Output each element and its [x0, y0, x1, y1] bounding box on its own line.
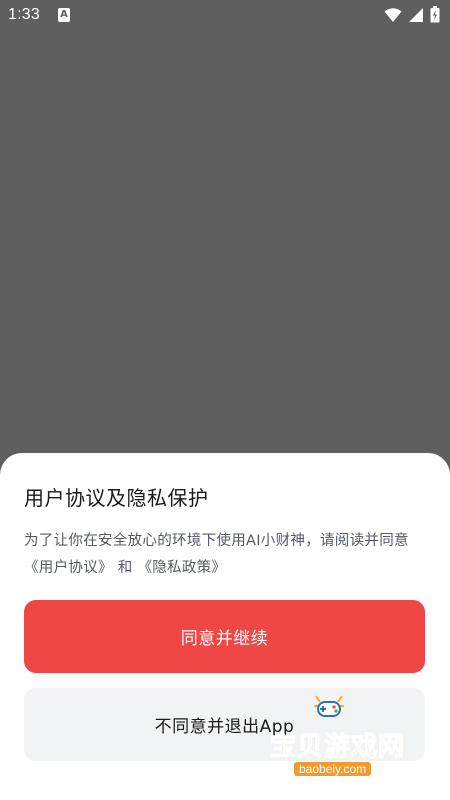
watermark: 宝贝游戏网 baobeiy.com [269, 690, 420, 780]
status-bar: 1:33 A [0, 0, 450, 32]
privacy-policy-link[interactable]: 《隐私政策》 [137, 560, 226, 576]
watermark-site-url: baobeiy.com [294, 762, 372, 776]
agree-continue-button[interactable]: 同意并继续 [24, 600, 425, 673]
watermark-site-name: 宝贝游戏网 [269, 732, 406, 763]
description-conjunction: 和 [112, 560, 138, 576]
signal-icon [409, 7, 423, 22]
notification-app-icon: A [58, 8, 70, 22]
battery-icon [430, 6, 440, 23]
dialog-description: 为了让你在安全放心的环境下使用AI小财神，请阅读并同意 《用户协议》 和 《隐私… [24, 528, 424, 582]
status-right-icons [384, 6, 440, 23]
gamepad-icon [314, 695, 344, 717]
dialog-title: 用户协议及隐私保护 [24, 486, 209, 510]
status-time: 1:33 [8, 6, 40, 23]
user-agreement-link[interactable]: 《用户协议》 [24, 560, 113, 576]
wifi-icon [384, 7, 402, 22]
privacy-dialog: 用户协议及隐私保护 为了让你在安全放心的环境下使用AI小财神，请阅读并同意 《用… [0, 453, 450, 800]
screen: 1:33 A 用户协议及隐私保护 为了让你在安全放心的环境下使用AI小财神，请阅… [0, 0, 450, 800]
description-text: 为了让你在安全放心的环境下使用AI小财神，请阅读并同意 [24, 533, 409, 549]
